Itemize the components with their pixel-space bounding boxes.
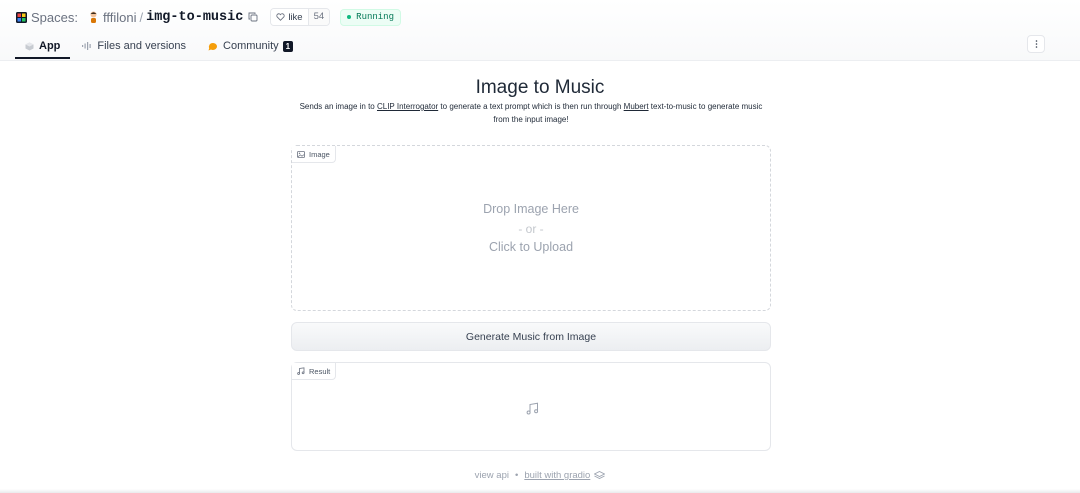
space-tabs: App Files and versions Community 1 [15,33,305,61]
music-note-small-icon [297,367,305,375]
gradio-logo-icon [594,471,606,480]
music-note-icon [526,402,539,415]
description-text: Sends an image in to [299,102,377,111]
more-options-button[interactable] [1027,35,1045,53]
status-text: Running [356,12,394,22]
space-header: Spaces: fffiloni / img-to-music like 54 … [0,0,1080,61]
built-with-gradio-link[interactable]: built with gradio [524,470,590,481]
tab-app[interactable]: App [15,33,71,59]
footer-separator: • [514,470,519,481]
bottom-edge [0,489,1080,493]
mubert-link[interactable]: Mubert [624,102,649,111]
description-text: to generate a text prompt which is then … [438,102,624,111]
like-part[interactable]: like [271,9,308,25]
spaces-logo-icon [16,11,27,23]
image-label-text: Image [309,149,330,159]
image-upload-dropzone[interactable]: Image Drop Image Here - or - Click to Up… [291,145,771,311]
like-label: like [288,11,303,23]
heart-icon [276,13,285,21]
drop-image-text: Drop Image Here [483,202,579,216]
like-count[interactable]: 54 [307,9,330,25]
click-to-upload-text[interactable]: Click to Upload [292,240,770,254]
or-text: - or - [518,222,544,236]
page-title: Image to Music [475,77,605,98]
tab-label: App [39,40,61,52]
community-count-badge: 1 [282,40,294,52]
view-api-link[interactable]: view api [475,470,509,481]
community-icon [208,42,218,50]
footer: view api • built with gradio [0,470,1080,481]
result-audio-block: Result [291,362,771,451]
status-dot-icon [347,15,352,19]
generate-music-button[interactable]: Generate Music from Image [291,322,771,351]
tab-label: Community [223,40,279,52]
spaces-label[interactable]: Spaces: [31,10,78,25]
image-icon [297,150,305,158]
result-label-text: Result [309,366,331,376]
like-button[interactable]: like 54 [270,8,331,26]
status-badge: Running [340,8,401,26]
path-separator: / [139,9,144,25]
app-icon [25,42,34,50]
page-description: Sends an image in to CLIP Interrogator t… [291,100,771,126]
files-icon [82,42,92,50]
result-block-label: Result [292,363,337,380]
tab-label: Files and versions [97,40,187,52]
space-title-row: Spaces: fffiloni / img-to-music like 54 … [16,8,401,26]
owner-avatar-icon[interactable] [88,11,99,23]
image-block-label: Image [292,146,336,163]
vertical-dots-icon [1035,40,1037,48]
clip-interrogator-link[interactable]: CLIP Interrogator [377,102,438,111]
copy-icon[interactable] [248,12,258,22]
tab-community[interactable]: Community 1 [198,33,303,59]
tab-files[interactable]: Files and versions [72,33,196,59]
repo-name[interactable]: img-to-music [146,10,243,25]
owner-link[interactable]: fffiloni [103,10,137,25]
